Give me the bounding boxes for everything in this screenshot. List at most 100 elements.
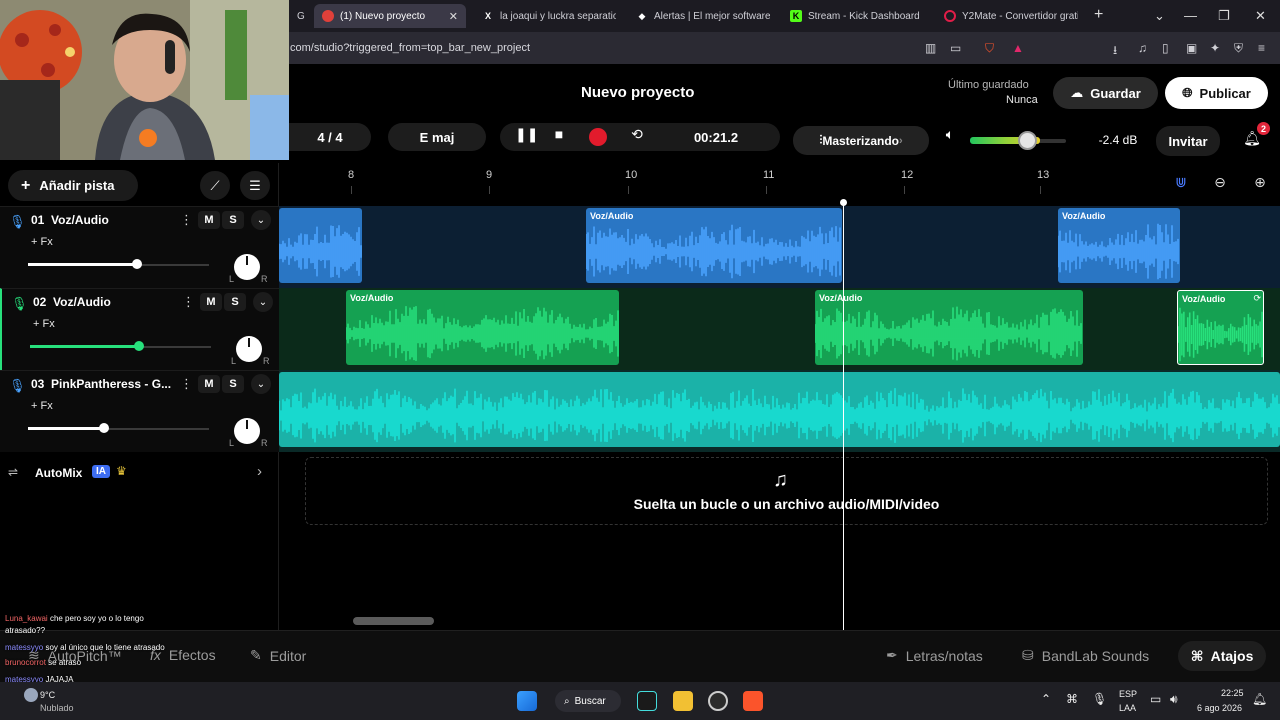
address-bar[interactable]: com/studio?triggered_from=top_bar_new_pr… — [288, 32, 1280, 64]
snap-magnet-icon[interactable]: ⋓ — [1170, 174, 1192, 196]
close-window-icon[interactable]: ✕ — [1255, 8, 1266, 24]
clock-date[interactable]: 6 ago 2026 — [1197, 703, 1242, 713]
track-menu-icon[interactable]: ⋮ — [180, 376, 193, 392]
downloads-icon[interactable]: ⭳ — [1113, 41, 1117, 62]
mute-button[interactable]: M — [200, 293, 222, 311]
track-volume-knob[interactable] — [131, 259, 142, 269]
browser-tab[interactable]: K Stream - Kick Dashboard — [782, 4, 930, 28]
microphone-icon[interactable]: 🎙︎ — [1092, 692, 1107, 706]
zoom-in-icon[interactable]: ⊕ — [1249, 174, 1271, 196]
file-explorer-icon[interactable] — [673, 691, 693, 711]
master-volume-knob[interactable] — [1018, 131, 1037, 150]
track-header-1[interactable]: 🎙︎ 01 Voz/Audio ⋮ M S ⌄ + Fx L R — [0, 206, 279, 288]
track-volume-knob[interactable] — [99, 423, 110, 433]
lyrics-notes-button[interactable]: ✒ Letras/notas — [886, 647, 983, 664]
brave-shields-icon[interactable]: ⛉ — [985, 41, 994, 56]
new-tab-button[interactable]: + — [1094, 6, 1103, 24]
taskbar-search[interactable]: ⌕ Buscar — [555, 690, 621, 712]
speaker-icon[interactable]: 🔈︎ — [939, 126, 961, 143]
windows-start-icon[interactable] — [517, 691, 537, 711]
shortcuts-button[interactable]: ⌘ Atajos — [1178, 641, 1266, 671]
pan-knob[interactable] — [236, 336, 262, 362]
zoom-out-icon[interactable]: ⊖ — [1209, 174, 1231, 196]
weather-temp[interactable]: 9°C — [40, 690, 55, 700]
vpn-icon[interactable]: ⛨ — [1234, 41, 1243, 56]
mastering-button[interactable]: ⫶ Masterizando › — [793, 126, 929, 155]
add-track-button[interactable]: + Añadir pista — [8, 170, 138, 201]
track-name[interactable]: 02 Voz/Audio — [33, 295, 111, 309]
solo-button[interactable]: S — [222, 375, 244, 393]
language-top[interactable]: ESP — [1119, 689, 1137, 699]
mute-button[interactable]: M — [198, 375, 220, 393]
stop-button[interactable]: ■ — [548, 126, 570, 142]
track-header-3[interactable]: 🎙︎ 03 PinkPantheress - G... ⋮ M S ⌄ + Fx L R — [0, 370, 279, 452]
bookmark-icon[interactable]: ▥ — [925, 41, 936, 55]
publish-button[interactable]: 🌐︎ Publicar — [1165, 77, 1268, 109]
chevron-down-icon[interactable]: ⌄ — [251, 210, 271, 230]
playhead[interactable] — [843, 200, 844, 630]
mixer-button[interactable]: ☰ — [240, 171, 270, 200]
sidebar-icon[interactable]: ▯ — [1162, 41, 1169, 55]
audio-clip[interactable]: Voz/Audio — [346, 290, 619, 365]
loop-button[interactable]: ⟲ — [626, 126, 648, 143]
automation-button[interactable]: ⟋ — [200, 171, 230, 200]
save-button[interactable]: ☁ Guardar — [1053, 77, 1158, 109]
project-title[interactable]: Nuevo proyecto — [581, 84, 694, 101]
audio-clip[interactable]: Voz/Audio — [815, 290, 1083, 365]
brave-rewards-icon[interactable]: ▲ — [1012, 41, 1024, 55]
track-name[interactable]: 03 PinkPantheress - G... — [31, 377, 171, 391]
audio-clip[interactable]: Voz/Audio ⟳ — [1177, 290, 1264, 365]
obs-app-icon[interactable] — [708, 691, 728, 711]
track-header-2[interactable]: 🎙︎ 02 Voz/Audio ⋮ M S ⌄ + Fx L R — [0, 288, 279, 370]
time-signature[interactable]: 4 / 4 — [289, 123, 371, 151]
ai-assistant-icon[interactable]: ✦ — [1210, 41, 1220, 55]
volume-icon[interactable]: 🔊︎ — [1170, 692, 1178, 707]
media-icon[interactable]: ♫ — [1138, 41, 1147, 55]
audio-clip[interactable] — [279, 372, 1280, 447]
mute-button[interactable]: M — [198, 211, 220, 229]
tray-chevron-up-icon[interactable]: ⌃ — [1041, 692, 1051, 706]
close-tab-icon[interactable]: ✕ — [449, 10, 458, 23]
editor-button[interactable]: ✎ Editor — [250, 647, 306, 664]
track-menu-icon[interactable]: ⋮ — [182, 294, 195, 310]
bandlab-sounds-button[interactable]: ⛁ BandLab Sounds — [1022, 647, 1149, 664]
record-button[interactable] — [589, 128, 607, 146]
wallet-icon[interactable]: ▣ — [1186, 41, 1197, 55]
track-volume-knob[interactable] — [133, 341, 144, 351]
horizontal-scrollbar[interactable] — [353, 617, 434, 625]
chevron-down-icon[interactable]: ⌄ — [251, 374, 271, 394]
chevron-right-icon[interactable]: › — [257, 463, 262, 480]
network-icon[interactable]: ⌘ — [1066, 692, 1078, 706]
audio-clip[interactable]: Voz/Audio — [1058, 208, 1180, 283]
solo-button[interactable]: S — [224, 293, 246, 311]
add-fx-button[interactable]: + Fx — [33, 318, 55, 330]
audio-clip[interactable]: Voz/Audio — [586, 208, 842, 283]
timeline-ruler[interactable] — [279, 163, 1280, 206]
automix-row[interactable]: ⇌ AutoMix IA ♛ › — [0, 460, 279, 488]
pan-knob[interactable] — [234, 418, 260, 444]
clock-time[interactable]: 22:25 — [1221, 688, 1244, 698]
display-icon[interactable]: ▭ — [1150, 692, 1161, 706]
menu-icon[interactable]: ≡ — [1258, 41, 1265, 55]
maximize-icon[interactable]: ❐ — [1218, 8, 1230, 24]
loop-clip-icon[interactable]: ⟳ — [1253, 293, 1261, 304]
browser-tab[interactable]: G — [289, 4, 315, 28]
tab-list-chevron-icon[interactable]: ⌄ — [1154, 8, 1165, 24]
chevron-down-icon[interactable]: ⌄ — [253, 292, 273, 312]
brave-app-icon[interactable] — [743, 691, 763, 711]
browser-tab[interactable]: ◆ Alertas | El mejor software p — [628, 4, 770, 28]
audio-clip[interactable] — [279, 208, 362, 283]
key-selector[interactable]: E maj — [388, 123, 486, 151]
solo-button[interactable]: S — [222, 211, 244, 229]
minimize-icon[interactable]: — — [1184, 8, 1197, 23]
browser-tab[interactable]: X la joaqui y luckra separation — [474, 4, 616, 28]
browser-tab-active[interactable]: (1) Nuevo proyecto ✕ — [314, 4, 466, 28]
language-bottom[interactable]: LAA — [1119, 703, 1136, 713]
pause-button[interactable]: ❚❚ — [515, 126, 538, 143]
url-text[interactable]: com/studio?triggered_from=top_bar_new_pr… — [290, 42, 530, 54]
invite-button[interactable]: Invitar — [1156, 126, 1220, 156]
track-menu-icon[interactable]: ⋮ — [180, 212, 193, 228]
terminal-app-icon[interactable] — [637, 691, 657, 711]
add-fx-button[interactable]: + Fx — [31, 400, 53, 412]
add-fx-button[interactable]: + Fx — [31, 236, 53, 248]
